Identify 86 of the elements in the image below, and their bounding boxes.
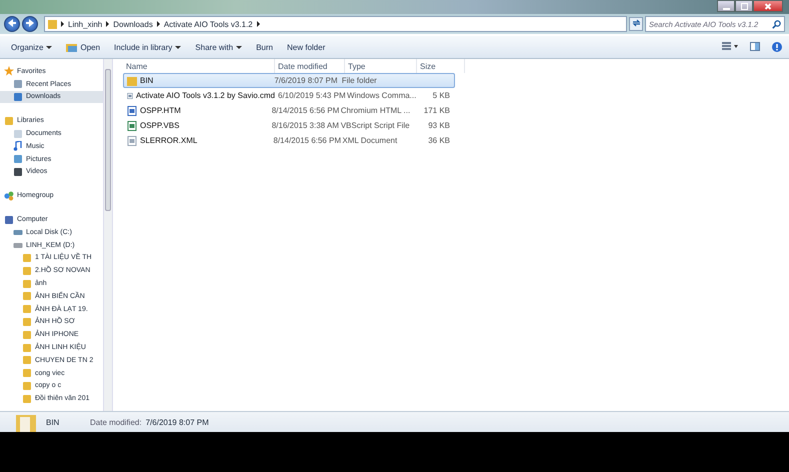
folder-icon (127, 76, 137, 86)
folder-icon (22, 368, 32, 378)
folder-icon (22, 291, 32, 302)
toolbar-button[interactable]: New folder (282, 40, 330, 54)
toolbar-button[interactable]: Organize (6, 40, 58, 54)
address-bar[interactable]: Linh_xinh Downloads Activate AIO Tools v3.1.2 (44, 16, 627, 32)
scrollbar[interactable] (103, 59, 112, 411)
file-name: Activate AIO Tools v3.1.2 by Savio.cmd (124, 90, 275, 100)
breadcrumb[interactable]: Downloads (113, 20, 153, 28)
chevron-icon (61, 21, 64, 27)
forward-button[interactable] (22, 16, 38, 32)
maximize-button[interactable] (735, 0, 753, 12)
date-modified: 6/10/2019 5:43 PM (277, 91, 344, 100)
date-modified-label: Date modified: (90, 418, 142, 426)
file-name: OSPP.VBS (124, 120, 269, 130)
refresh-icon (632, 19, 640, 27)
file-size: 171 KB (422, 106, 451, 115)
file-row[interactable]: OSPP.VBS 8/16/2015 3:38 AM VBScript Script File 93 KB (123, 118, 455, 133)
file-type: File folder (340, 76, 378, 85)
file-name: SLERROR.XML (124, 136, 270, 146)
chevron-icon (106, 21, 110, 27)
caret-icon (46, 46, 52, 48)
minimize-button[interactable] (717, 0, 735, 12)
date-modified: 8/14/2015 6:56 PM (272, 136, 340, 145)
monitor-icon (4, 214, 14, 225)
toolbar-button[interactable]: Include in library (109, 40, 186, 54)
help-button[interactable] (771, 41, 783, 53)
folder-icon (22, 394, 32, 404)
music-note-icon (13, 141, 23, 152)
file-name: BIN (124, 76, 272, 86)
folder-icon (22, 380, 32, 391)
toolbar-button[interactable]: Open (61, 40, 106, 54)
file-icon (13, 154, 23, 164)
folder-icon (48, 19, 57, 29)
file-size: 36 KB (427, 136, 451, 145)
caret-icon (236, 46, 242, 48)
file-icon (13, 128, 23, 139)
forward-arrow-icon (26, 19, 34, 27)
folder-icon (66, 42, 78, 52)
back-button[interactable] (4, 16, 20, 32)
folder-icon (22, 330, 32, 340)
preview-pane-button[interactable] (749, 41, 761, 53)
file-row[interactable]: BIN 7/6/2019 8:07 PM File folder (123, 73, 455, 88)
folder-icon (4, 116, 14, 126)
folder-icon (16, 412, 36, 432)
back-arrow-icon (8, 19, 16, 27)
network-icon (4, 190, 14, 201)
search-icon (772, 20, 781, 29)
file-size: 93 KB (427, 121, 451, 130)
file-name: OSPP.HTM (124, 106, 269, 116)
folder-icon (22, 266, 32, 276)
folder-icon (22, 304, 32, 314)
folder-icon (22, 342, 32, 353)
breadcrumb[interactable]: Linh_xinh (68, 20, 102, 28)
caret-icon (175, 46, 182, 48)
selected-item-name: BIN (46, 418, 60, 426)
file-row[interactable]: Activate AIO Tools v3.1.2 by Savio.cmd 6/10/2019 5:43 PM Windows Comma... 5 KB (123, 88, 455, 103)
chevron-icon (156, 21, 160, 27)
date-modified: 8/16/2015 3:38 AM (270, 121, 338, 130)
refresh-button[interactable] (629, 17, 643, 31)
folder-icon (22, 316, 32, 327)
file-type: XML Document (341, 136, 398, 145)
file-type: VBScript Script File (340, 121, 409, 130)
date-modified: 7/6/2019 8:07 PM (273, 76, 338, 85)
folder-icon (13, 92, 23, 102)
file-row[interactable]: SLERROR.XML 8/14/2015 6:56 PM XML Document 36 KB (123, 133, 455, 148)
folder-icon (22, 355, 32, 366)
file-icon (13, 166, 23, 177)
drive-icon (13, 240, 23, 250)
file-icon (13, 79, 23, 90)
date-modified-value: 7/6/2019 8:07 PM (146, 418, 209, 426)
file-size: 5 KB (432, 91, 451, 100)
chevron-icon (256, 21, 260, 27)
folder-icon (22, 252, 32, 263)
view-options-button[interactable] (721, 41, 739, 53)
toolbar-button[interactable]: Share with (190, 40, 248, 54)
file-row[interactable]: OSPP.HTM 8/14/2015 6:56 PM Chromium HTML ... 171 KB (123, 103, 455, 118)
drive-icon (13, 227, 23, 238)
date-modified: 8/14/2015 6:56 PM (270, 106, 338, 115)
folder-icon (22, 278, 32, 289)
toolbar-button[interactable]: Burn (251, 40, 278, 54)
file-type: Windows Comma... (346, 91, 415, 100)
file-type: Chromium HTML ... (340, 106, 409, 115)
star-icon (4, 66, 14, 76)
close-button[interactable] (753, 0, 783, 12)
breadcrumb[interactable]: Activate AIO Tools v3.1.2 (164, 20, 253, 28)
